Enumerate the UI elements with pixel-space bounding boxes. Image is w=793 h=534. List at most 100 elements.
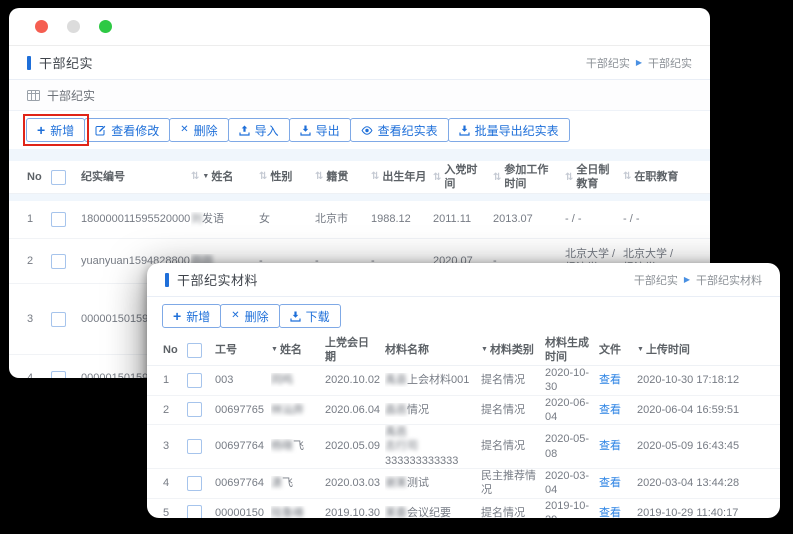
filter-icon[interactable]: ▼ xyxy=(202,172,209,181)
window-cadre-record-materials: 干部纪实材料 干部纪实 ▶ 干部纪实材料 +新增✕删除下载 No工号▼姓名上党会… xyxy=(147,263,780,518)
filter-icon[interactable]: ▼ xyxy=(637,345,644,354)
table-cell: 2019.10.30 xyxy=(325,506,385,518)
censored-text: 昌邑 xyxy=(385,404,407,416)
sort-icon[interactable]: ⇅ xyxy=(493,171,501,184)
row-checkbox[interactable] xyxy=(187,476,202,491)
breadcrumb-item[interactable]: 干部纪实 xyxy=(586,55,630,71)
column-header[interactable]: ⇅性别 xyxy=(259,170,315,184)
table-row: 1003同鸣2020.10.02禹县上会材料001提名情况2020-10-30查… xyxy=(147,366,780,396)
table-cell: 3 xyxy=(163,439,187,453)
sort-icon[interactable]: ⇅ xyxy=(565,171,573,184)
column-header[interactable]: ⇅▼姓名 xyxy=(191,170,259,184)
censored-text: 禹县 xyxy=(385,374,407,386)
sort-icon[interactable]: ⇅ xyxy=(191,170,199,183)
censored-text: 林汕弃 xyxy=(271,404,304,416)
add-button[interactable]: +新增 xyxy=(26,118,85,142)
page-title: 干部纪实 xyxy=(27,53,93,72)
table-cell: 2020.03.03 xyxy=(325,476,385,490)
table-cell: 提名情况 xyxy=(481,439,545,453)
table-cell: - / - xyxy=(623,212,692,226)
filter-icon[interactable]: ▼ xyxy=(271,345,278,354)
delete-button[interactable]: ✕删除 xyxy=(220,304,279,328)
zoom-button[interactable] xyxy=(99,20,112,33)
breadcrumb-arrow-icon: ▶ xyxy=(684,276,690,284)
table-cell: 00697765 xyxy=(215,403,271,417)
view-file-link[interactable]: 查看 xyxy=(599,440,621,452)
table-cell xyxy=(187,476,215,491)
filter-icon[interactable]: ▼ xyxy=(481,345,488,354)
sort-icon[interactable]: ⇅ xyxy=(623,170,631,183)
row-checkbox[interactable] xyxy=(51,312,66,327)
column-header[interactable]: ⇅出生年月 xyxy=(371,170,433,184)
view-file-link[interactable]: 查看 xyxy=(599,374,621,386)
column-header-label: 姓名 xyxy=(211,170,233,184)
table-row: 400697764潇飞2020.03.03谢某测试民主推荐情况2020-03-0… xyxy=(147,469,780,499)
column-header[interactable]: ⇅在职教育 xyxy=(623,170,692,184)
column-header[interactable]: ▼材料类别 xyxy=(481,343,545,357)
download-button[interactable]: 导出 xyxy=(289,118,351,142)
column-header-label: 籍贯 xyxy=(326,170,348,184)
column-header[interactable]: ▼上传时间 xyxy=(637,343,764,357)
table-grid-icon xyxy=(27,90,40,101)
sort-icon[interactable]: ⇅ xyxy=(315,170,323,183)
cell-text: 飞 xyxy=(282,477,293,489)
table-cell: 查看 xyxy=(599,506,637,518)
table-cell: 3 xyxy=(27,312,51,326)
row-checkbox[interactable] xyxy=(187,402,202,417)
delete-button[interactable]: ✕删除 xyxy=(169,118,228,142)
breadcrumb-item[interactable]: 干部纪实 xyxy=(634,272,678,288)
column-header-label: 上党会日期 xyxy=(325,336,379,365)
column-header-label: 材料类别 xyxy=(490,343,534,357)
table-cell: 查看 xyxy=(599,439,637,453)
row-checkbox[interactable] xyxy=(51,212,66,227)
column-header-label: 入党时间 xyxy=(444,163,487,192)
censored-text: 陆鲁峰 xyxy=(271,507,304,518)
table-cell xyxy=(187,402,215,417)
view-file-link[interactable]: 查看 xyxy=(599,404,621,416)
column-header[interactable]: ⇅全日制教育 xyxy=(565,163,623,192)
table-cell: 谢某测试 xyxy=(385,476,481,490)
column-header: No xyxy=(163,343,187,357)
row-checkbox[interactable] xyxy=(51,254,66,269)
sort-icon[interactable]: ⇅ xyxy=(371,170,379,183)
column-header[interactable]: ⇅籍贯 xyxy=(315,170,371,184)
cell-text: 测试 xyxy=(407,477,429,489)
download-icon xyxy=(459,125,470,136)
title-accent-bar xyxy=(27,56,31,70)
import-button[interactable]: 导入 xyxy=(228,118,290,142)
censored-text: 同鸣 xyxy=(271,374,293,386)
view-button[interactable]: 查看纪实表 xyxy=(350,118,449,142)
select-all-checkbox[interactable] xyxy=(51,170,66,185)
sort-icon[interactable]: ⇅ xyxy=(259,170,267,183)
row-checkbox[interactable] xyxy=(187,505,202,518)
edit-button[interactable]: 查看修改 xyxy=(84,118,170,142)
button-label: 查看修改 xyxy=(111,122,159,139)
table-cell: 民主推荐情况 xyxy=(481,469,545,498)
cell-text: 会议纪要 xyxy=(407,507,451,518)
add-button[interactable]: +新增 xyxy=(162,304,221,328)
sort-icon[interactable]: ⇅ xyxy=(433,171,441,184)
row-checkbox[interactable] xyxy=(51,371,66,379)
minimize-button[interactable] xyxy=(67,20,80,33)
breadcrumb-item[interactable]: 干部纪实 xyxy=(648,55,692,71)
select-all-checkbox[interactable] xyxy=(187,343,202,358)
cell-text: 情况 xyxy=(407,404,429,416)
table-cell: 2020-05-09 16:43:45 xyxy=(637,439,764,453)
table-cell: 查看 xyxy=(599,476,637,490)
column-header[interactable]: ▼姓名 xyxy=(271,343,325,357)
row-checkbox[interactable] xyxy=(187,373,202,388)
column-header[interactable]: ⇅参加工作时间 xyxy=(493,163,565,192)
column-header: 材料生成时间 xyxy=(545,336,599,365)
view-file-link[interactable]: 查看 xyxy=(599,477,621,489)
row-checkbox[interactable] xyxy=(187,439,202,454)
close-button[interactable] xyxy=(35,20,48,33)
breadcrumb-item[interactable]: 干部纪实材料 xyxy=(696,272,762,288)
view-file-link[interactable]: 查看 xyxy=(599,507,621,518)
table-cell: 00000150 xyxy=(215,506,271,518)
column-header[interactable]: ⇅入党时间 xyxy=(433,163,493,192)
column-header-label: No xyxy=(27,170,42,184)
plus-icon: + xyxy=(173,309,181,323)
download-button[interactable]: 批量导出纪实表 xyxy=(448,118,570,142)
column-header: 工号 xyxy=(215,343,271,357)
download-button[interactable]: 下载 xyxy=(279,304,341,328)
